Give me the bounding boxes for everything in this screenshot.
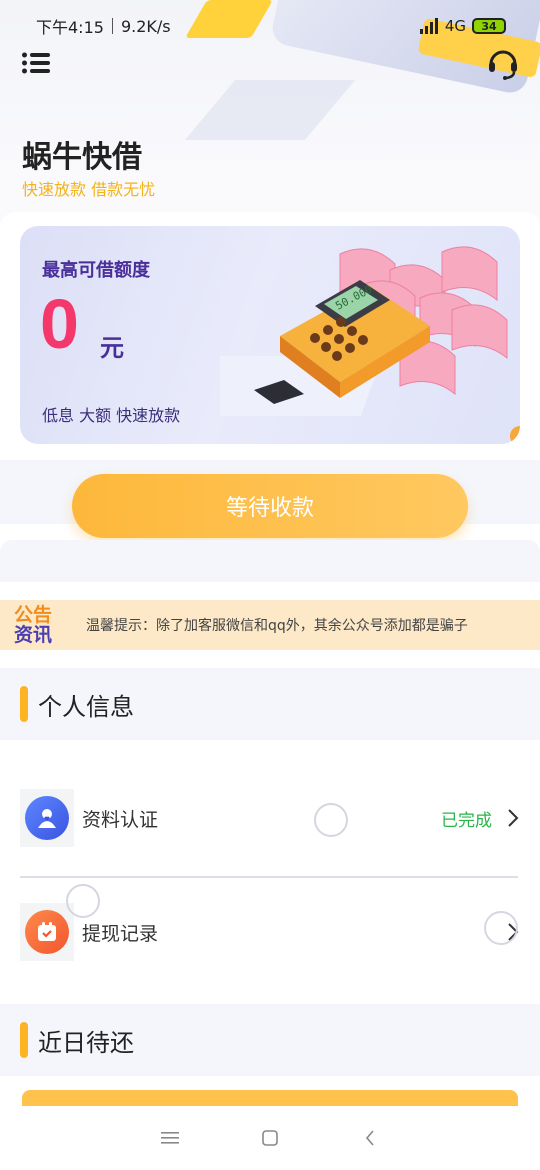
section-accent-bar [20, 1022, 28, 1058]
icon-box [20, 903, 74, 961]
user-verify-icon [25, 796, 69, 840]
status-completed: 已完成 [441, 810, 492, 831]
notice-text: 温馨提示：除了加客服微信和qq外，其余公众号添加都是骗子 [86, 618, 468, 634]
touch-indicator [314, 803, 348, 837]
battery-icon: 34 [472, 18, 506, 34]
touch-indicator [484, 911, 518, 945]
status-separator [111, 18, 113, 34]
notice-badge-line2: 资讯 [13, 624, 52, 646]
recent-repay-title: 近日待还 [38, 1028, 134, 1057]
system-nav-bar [0, 1106, 540, 1170]
notice-badge-line1: 公告 [13, 604, 52, 626]
credit-limit-label: 最高可借额度 [42, 260, 150, 281]
personal-info-title-wrap: 个人信息 [20, 686, 134, 722]
notice-bar[interactable]: 公告 资讯 温馨提示：除了加客服微信和qq外，其余公众号添加都是骗子 [0, 600, 540, 650]
credit-card-description: 低息 大额 快速放款 [42, 406, 181, 425]
recent-repay-header: 近日待还 [0, 1004, 540, 1076]
section-gap [0, 540, 540, 582]
list-item-label: 资料认证 [82, 808, 159, 831]
divider [20, 876, 518, 878]
personal-info-title: 个人信息 [38, 692, 134, 721]
app-title: 蜗牛快借 [22, 140, 142, 175]
icon-box [20, 789, 74, 847]
menu-nav-icon[interactable] [160, 1128, 180, 1148]
pos-terminal-illustration: 50.000 [220, 246, 520, 444]
touch-indicator [66, 884, 100, 918]
credit-limit-unit: 元 [100, 334, 124, 362]
menu-icon[interactable] [22, 52, 50, 74]
calendar-icon [25, 910, 69, 954]
section-accent-bar [20, 686, 28, 722]
signal-icon [419, 18, 438, 34]
notice-badge: 公告 资讯 [0, 600, 66, 650]
status-bar: 下午4:15 9.2K/s 4G 34 [0, 0, 540, 52]
await-payment-button[interactable]: 等待收款 [72, 474, 468, 538]
status-time: 下午4:15 [36, 18, 104, 37]
personal-info-header: 个人信息 [0, 668, 540, 740]
network-type: 4G [444, 17, 466, 35]
headset-icon[interactable] [486, 46, 520, 80]
back-nav-icon[interactable] [360, 1128, 380, 1148]
app-subtitle: 快速放款 借款无忧 [22, 180, 156, 199]
repay-card-partial[interactable] [22, 1090, 518, 1106]
list-item-profile-verification[interactable]: 资料认证 已完成 [20, 788, 520, 848]
status-speed: 9.2K/s [120, 16, 171, 36]
chevron-right-icon [508, 809, 519, 827]
home-nav-icon[interactable] [260, 1128, 280, 1148]
list-item-label: 提现记录 [82, 922, 159, 945]
credit-limit-amount: 0 [40, 285, 79, 363]
credit-limit-card: 最高可借额度 0 元 低息 大额 快速放款 50.000 [20, 226, 520, 444]
recent-repay-title-wrap: 近日待还 [20, 1022, 134, 1058]
battery-level: 34 [481, 19, 497, 33]
decor-shape [184, 80, 356, 140]
